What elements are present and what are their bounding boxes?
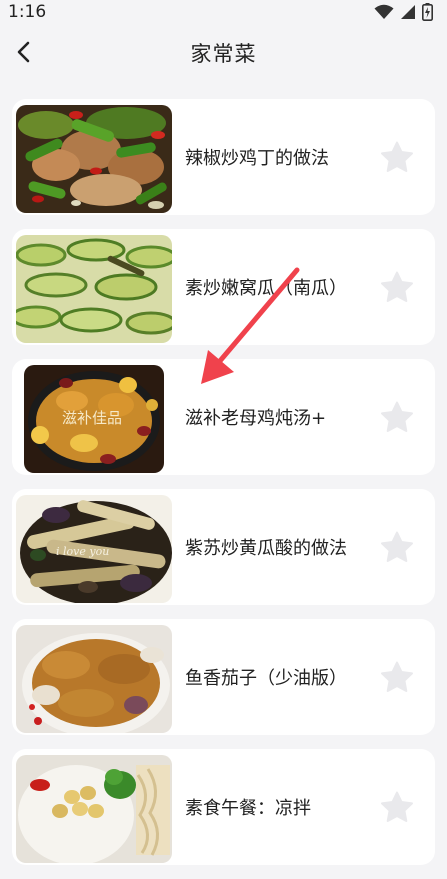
page-title: 家常菜 xyxy=(190,42,257,66)
thumbnail-caption: 滋补佳品 xyxy=(62,409,122,427)
favorite-button[interactable] xyxy=(379,659,415,695)
recipe-title: 滋补老母鸡炖汤+ xyxy=(185,408,327,429)
recipe-title: 鱼香茄子（少油版） xyxy=(185,668,347,689)
star-icon xyxy=(381,271,413,302)
star-icon xyxy=(381,401,413,432)
star-icon xyxy=(381,141,413,172)
favorite-button[interactable] xyxy=(379,789,415,825)
wifi-icon xyxy=(374,4,394,24)
battery-icon xyxy=(422,3,433,25)
recipe-card[interactable]: 鱼香茄子（少油版） xyxy=(12,619,435,735)
recipe-title: 紫苏炒黄瓜酸的做法 xyxy=(185,538,347,559)
favorite-button[interactable] xyxy=(379,529,415,565)
star-icon xyxy=(381,661,413,692)
recipe-card[interactable]: 素食午餐：凉拌 xyxy=(12,749,435,865)
favorite-button[interactable] xyxy=(379,269,415,305)
recipe-title: 素炒嫩窝瓜（南瓜） xyxy=(185,278,347,299)
recipe-thumbnail-eggplant xyxy=(16,625,172,733)
recipe-thumbnail-chicken-soup: 滋补佳品 xyxy=(24,365,164,473)
recipe-card[interactable]: 滋补佳品 滋补老母鸡炖汤+ xyxy=(12,359,435,475)
status-time: 1:16 xyxy=(8,2,47,22)
favorite-button[interactable] xyxy=(379,399,415,435)
recipe-thumbnail-veggie-bowl xyxy=(16,755,172,863)
status-bar: 1:16 xyxy=(0,0,447,26)
thumbnail-caption: i love you xyxy=(56,545,109,558)
recipe-thumbnail-perilla-cucumber: i love you xyxy=(16,495,172,603)
status-icons xyxy=(374,3,433,25)
app-bar: 家常菜 xyxy=(0,26,447,80)
signal-icon xyxy=(400,4,416,24)
recipe-thumbnail-chicken-pepper xyxy=(16,105,172,213)
star-icon xyxy=(381,531,413,562)
star-icon xyxy=(381,791,413,822)
recipe-card[interactable]: 辣椒炒鸡丁的做法 xyxy=(12,99,435,215)
recipe-title: 辣椒炒鸡丁的做法 xyxy=(185,148,329,169)
recipe-list: 辣椒炒鸡丁的做法 素炒嫩窝瓜（南瓜） 滋补佳品 滋补老母鸡炖汤+ i love … xyxy=(12,99,435,879)
recipe-card[interactable]: 素炒嫩窝瓜（南瓜） xyxy=(12,229,435,345)
favorite-button[interactable] xyxy=(379,139,415,175)
recipe-thumbnail-zucchini xyxy=(16,235,172,343)
recipe-card[interactable]: i love you 紫苏炒黄瓜酸的做法 xyxy=(12,489,435,605)
